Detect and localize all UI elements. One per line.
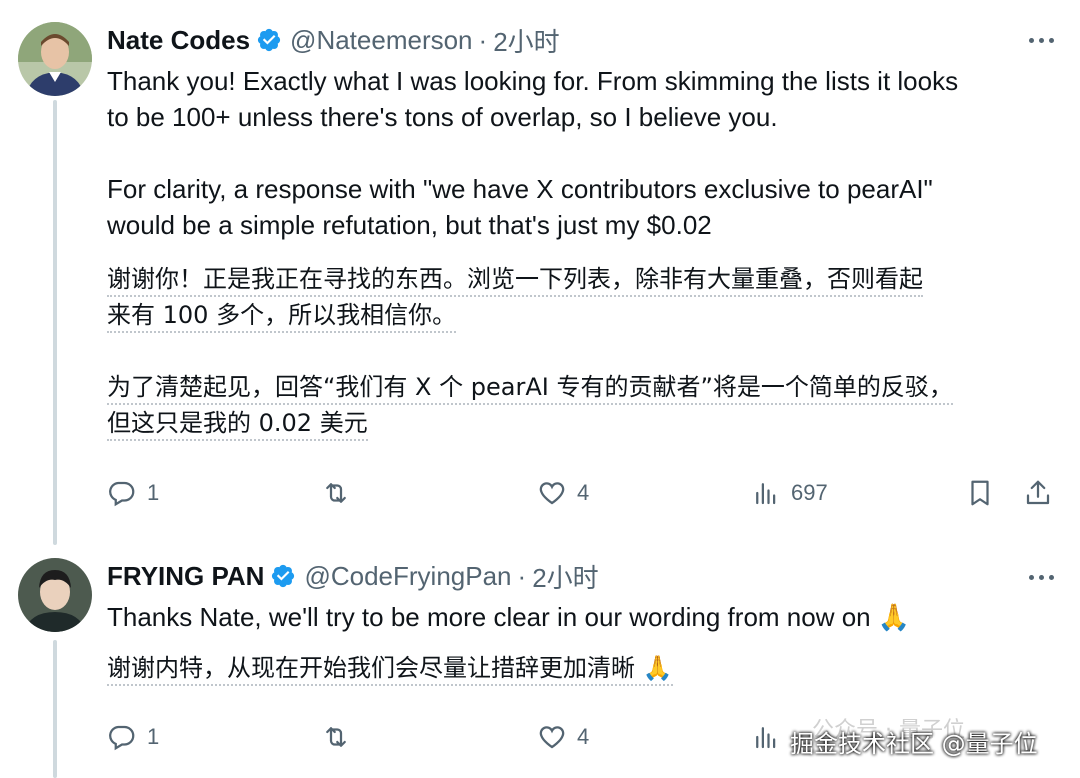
author-name[interactable]: Nate Codes <box>107 25 250 56</box>
translation-line: 谢谢内特，从现在开始我们会尽量让措辞更加清晰 🙏 <box>107 654 673 686</box>
tweet-text-line: would be a simple refutation, but that's… <box>107 210 712 240</box>
verified-badge-icon <box>270 563 296 589</box>
tweet-text-line: Thanks Nate, we'll try to be more clear … <box>107 602 911 632</box>
reply-button[interactable]: 1 <box>107 722 159 752</box>
timestamp[interactable]: 2小时 <box>493 22 559 59</box>
translation-block: 谢谢内特，从现在开始我们会尽量让措辞更加清晰 🙏 <box>107 650 1067 686</box>
author-handle[interactable]: @CodeFryingPan <box>304 561 511 592</box>
view-count: 697 <box>791 480 828 505</box>
share-button[interactable] <box>1023 478 1053 508</box>
tweet-header: Nate Codes @Nateemerson · 2小时 <box>107 20 560 60</box>
separator: · <box>517 560 527 591</box>
tweet-text: Thanks Nate, we'll try to be more clear … <box>107 599 1057 635</box>
tweet-header: FRYING PAN @CodeFryingPan · 2小时 <box>107 556 599 596</box>
like-button[interactable]: 4 <box>537 722 589 752</box>
translation-line: 来有 100 多个，所以我相信你。 <box>107 301 457 333</box>
like-count: 4 <box>577 724 590 749</box>
retweet-button[interactable] <box>321 478 361 508</box>
translation-block: 谢谢你！正是我正在寻找的东西。浏览一下列表，除非有大量重叠，否则看起 来有 10… <box>107 261 1067 441</box>
reply-button[interactable]: 1 <box>107 478 159 508</box>
reply-icon <box>109 481 135 507</box>
thread-connector-line <box>53 100 57 545</box>
bookmark-button[interactable] <box>965 478 995 508</box>
analytics-icon <box>756 483 776 505</box>
tweet-text-line: to be 100+ unless there's tons of overla… <box>107 102 778 132</box>
translation-line: 谢谢你！正是我正在寻找的东西。浏览一下列表，除非有大量重叠，否则看起 <box>107 265 923 297</box>
reply-count: 1 <box>147 480 160 505</box>
timestamp[interactable]: 2小时 <box>532 558 598 595</box>
views-button[interactable] <box>751 722 781 752</box>
watermark: 掘金技术社区 @量子位 <box>790 730 1038 758</box>
retweet-button[interactable] <box>321 722 361 752</box>
tweet-text: Thank you! Exactly what I was looking fo… <box>107 63 1057 243</box>
separator: · <box>478 24 488 55</box>
action-bar: 1 4 697 <box>107 478 1057 518</box>
share-icon <box>1026 480 1050 505</box>
retweet-icon <box>326 727 346 747</box>
translation-line: 但这只是我的 0.02 美元 <box>107 409 368 441</box>
views-button[interactable]: 697 <box>751 478 828 508</box>
reply-count: 1 <box>147 724 160 749</box>
author-handle[interactable]: @Nateemerson <box>290 25 472 56</box>
avatar[interactable] <box>18 22 92 96</box>
like-count: 4 <box>577 480 590 505</box>
more-options-icon[interactable] <box>1029 575 1054 580</box>
retweet-icon <box>326 483 346 503</box>
analytics-icon <box>756 727 776 749</box>
verified-badge-icon <box>256 27 282 53</box>
reply-icon <box>109 725 135 751</box>
bookmark-icon <box>971 480 989 506</box>
tweet-text-line: For clarity, a response with "we have X … <box>107 174 933 204</box>
avatar[interactable] <box>18 558 92 632</box>
author-name[interactable]: FRYING PAN <box>107 561 264 592</box>
tweet-text-line: Thank you! Exactly what I was looking fo… <box>107 66 959 96</box>
more-options-icon[interactable] <box>1029 38 1054 43</box>
heart-icon <box>539 726 565 749</box>
heart-icon <box>539 482 565 505</box>
like-button[interactable]: 4 <box>537 478 589 508</box>
translation-line: 为了清楚起见，回答“我们有 X 个 pearAI 专有的贡献者”将是一个简单的反… <box>107 373 953 405</box>
thread-connector-line <box>53 640 57 778</box>
